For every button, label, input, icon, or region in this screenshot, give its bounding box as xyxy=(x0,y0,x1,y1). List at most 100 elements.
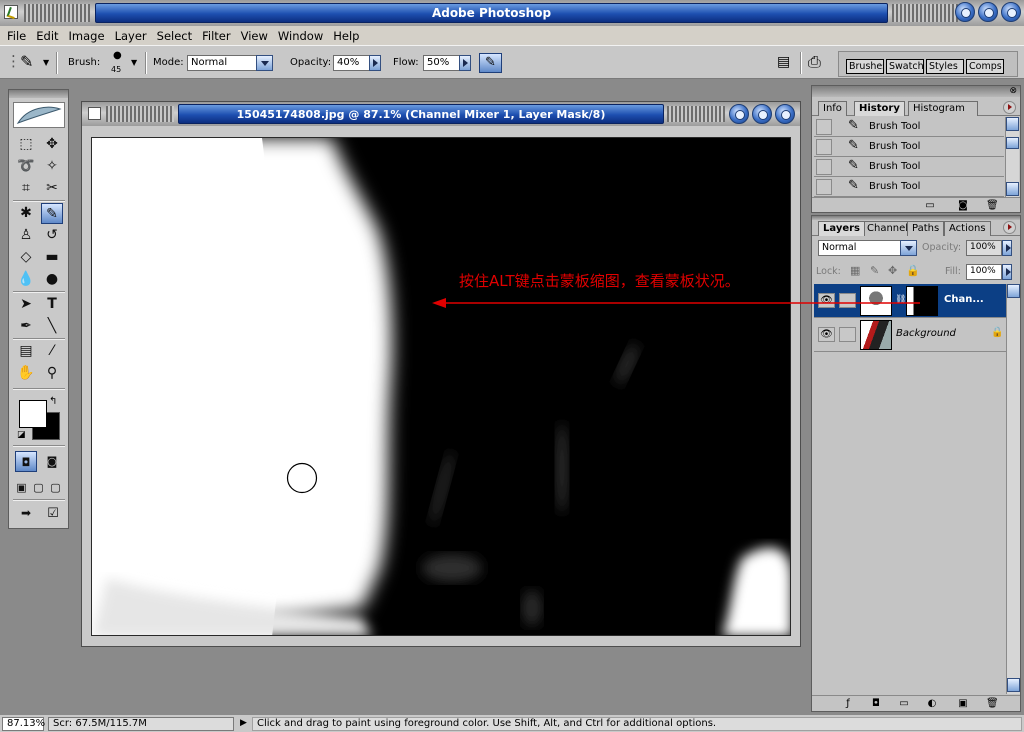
menu-view[interactable]: View xyxy=(236,29,273,43)
new-layer-set-icon[interactable]: ▭ xyxy=(898,698,910,709)
magic-wand-tool-icon[interactable]: ✧ xyxy=(41,156,63,177)
opacity-input[interactable]: 40% xyxy=(333,55,370,71)
flow-input[interactable]: 50% xyxy=(423,55,460,71)
notes-tool-icon[interactable]: ▤ xyxy=(15,341,37,362)
menu-help[interactable]: Help xyxy=(328,29,364,43)
layer-row-background[interactable]: 👁 Background 🔒 xyxy=(814,318,1006,352)
mode-select[interactable]: Normal xyxy=(187,55,257,71)
layers-palette-menu-icon[interactable] xyxy=(1003,221,1016,234)
delete-layer-icon[interactable]: 🗑 xyxy=(986,698,999,709)
layer-link-toggle[interactable] xyxy=(839,327,856,342)
history-palette-header[interactable]: ⊗ xyxy=(812,86,1020,97)
eyedropper-tool-icon[interactable]: ⁄ xyxy=(41,341,63,362)
healing-brush-tool-icon[interactable]: ✱ xyxy=(15,203,37,224)
full-screen-mode-icon[interactable]: ▢ xyxy=(47,477,64,498)
scroll-up-button[interactable] xyxy=(1006,117,1019,131)
tab-layers[interactable]: Layers xyxy=(818,221,865,236)
type-tool-icon[interactable]: T xyxy=(41,294,63,315)
mode-dropdown-button[interactable] xyxy=(256,55,273,71)
standard-screen-mode-icon[interactable]: ▣ xyxy=(13,477,30,498)
background-layer-thumbnail[interactable] xyxy=(860,320,892,350)
brush-tool-icon[interactable]: ✎ xyxy=(41,203,63,224)
history-palette-menu-icon[interactable] xyxy=(1003,101,1016,114)
tab-info[interactable]: Info xyxy=(818,101,847,116)
lock-all-icon[interactable]: 🔒 xyxy=(906,264,920,277)
eraser-tool-icon[interactable]: ◇ xyxy=(15,247,37,268)
blend-mode-select[interactable]: Normal xyxy=(818,240,902,256)
minimize-button[interactable] xyxy=(955,2,975,22)
tab-channels[interactable]: Channels xyxy=(862,221,908,236)
menu-edit[interactable]: Edit xyxy=(31,29,63,43)
dodge-tool-icon[interactable]: ● xyxy=(41,269,63,290)
path-selection-tool-icon[interactable]: ➤ xyxy=(15,294,37,315)
swap-colors-icon[interactable]: ↰ xyxy=(49,396,57,407)
new-layer-icon[interactable]: ▣ xyxy=(957,698,969,709)
scroll-up-button[interactable] xyxy=(1007,284,1020,298)
tab-actions[interactable]: Actions xyxy=(944,221,991,236)
jump-to-imageready-icon[interactable]: ➡ xyxy=(13,503,39,524)
history-item[interactable]: ✎ Brush Tool xyxy=(814,117,1004,137)
well-tab-comps[interactable]: Comps xyxy=(966,59,1004,74)
scroll-thumb[interactable] xyxy=(1006,137,1019,149)
tool-preset-arrow-icon[interactable]: ▼ xyxy=(43,58,49,67)
status-menu-arrow-icon[interactable]: ▶ xyxy=(240,718,247,728)
history-scrollbar[interactable] xyxy=(1005,117,1019,197)
maximize-button[interactable] xyxy=(978,2,998,22)
document-minimize-button[interactable] xyxy=(729,104,749,124)
layer-opacity-input[interactable]: 100% xyxy=(966,240,1002,256)
new-snapshot-icon[interactable]: ◙ xyxy=(957,200,969,211)
crop-tool-icon[interactable]: ⌗ xyxy=(15,178,37,199)
history-item[interactable]: ✎ Brush Tool xyxy=(814,157,1004,177)
menu-image[interactable]: Image xyxy=(64,29,110,43)
menu-window[interactable]: Window xyxy=(273,29,328,43)
brush-picker-arrow-icon[interactable]: ▼ xyxy=(131,58,137,67)
fill-slider-button[interactable] xyxy=(1002,264,1012,280)
menu-select[interactable]: Select xyxy=(152,29,197,43)
tab-history[interactable]: History xyxy=(854,101,905,116)
tab-paths[interactable]: Paths xyxy=(907,221,945,236)
blend-mode-dropdown-button[interactable] xyxy=(900,240,917,256)
lock-transparent-icon[interactable]: ▦ xyxy=(850,264,860,277)
blur-tool-icon[interactable]: 💧 xyxy=(15,269,37,290)
layer-opacity-slider-button[interactable] xyxy=(1002,240,1012,256)
history-snapshot-checkbox[interactable] xyxy=(816,159,832,175)
marquee-tool-icon[interactable]: ⬚ xyxy=(15,134,37,155)
well-tab-swatches[interactable]: Swatches xyxy=(886,59,924,74)
menu-file[interactable]: File xyxy=(2,29,31,43)
foreground-color-swatch[interactable] xyxy=(19,400,47,428)
line-tool-icon[interactable]: ╲ xyxy=(41,316,63,337)
menu-filter[interactable]: Filter xyxy=(197,29,235,43)
lock-position-icon[interactable]: ✥ xyxy=(888,264,897,277)
document-close-button[interactable] xyxy=(775,104,795,124)
menu-layer[interactable]: Layer xyxy=(110,29,152,43)
gradient-tool-icon[interactable]: ▬ xyxy=(41,247,63,268)
history-snapshot-checkbox[interactable] xyxy=(816,179,832,195)
flow-slider-button[interactable] xyxy=(459,55,471,71)
pen-tool-icon[interactable]: ✒ xyxy=(15,316,37,337)
scroll-down-button[interactable] xyxy=(1007,678,1020,692)
history-item[interactable]: ✎ Brush Tool xyxy=(814,177,1004,197)
lock-image-icon[interactable]: ✎ xyxy=(870,264,879,277)
new-document-from-state-icon[interactable]: ▭ xyxy=(924,200,936,211)
history-snapshot-checkbox[interactable] xyxy=(816,139,832,155)
zoom-level-field[interactable]: 87.13% xyxy=(2,717,45,731)
document-maximize-button[interactable] xyxy=(752,104,772,124)
clone-stamp-tool-icon[interactable]: ♙ xyxy=(15,225,37,246)
history-snapshot-checkbox[interactable] xyxy=(816,119,832,135)
opacity-slider-button[interactable] xyxy=(369,55,381,71)
tab-histogram[interactable]: Histogram xyxy=(908,101,978,116)
move-tool-icon[interactable]: ✥ xyxy=(41,134,63,155)
history-brush-tool-icon[interactable]: ↺ xyxy=(41,225,63,246)
image-canvas[interactable] xyxy=(91,137,791,636)
full-screen-menu-mode-icon[interactable]: ▢ xyxy=(30,477,47,498)
airbrush-toggle-icon[interactable]: ✎ xyxy=(479,53,502,73)
layers-scrollbar[interactable] xyxy=(1006,284,1020,694)
layer-style-icon[interactable]: ƒ xyxy=(842,698,854,709)
slice-tool-icon[interactable]: ✂ xyxy=(41,178,63,199)
quick-mask-mode-icon[interactable]: ◙ xyxy=(41,451,63,472)
file-browser-icon[interactable]: ▤ xyxy=(777,54,790,70)
close-button[interactable] xyxy=(1001,2,1021,22)
standard-mode-icon[interactable]: ◘ xyxy=(15,451,37,472)
add-mask-icon[interactable]: ◘ xyxy=(870,698,882,709)
print-icon[interactable]: ⎙ xyxy=(808,52,821,72)
